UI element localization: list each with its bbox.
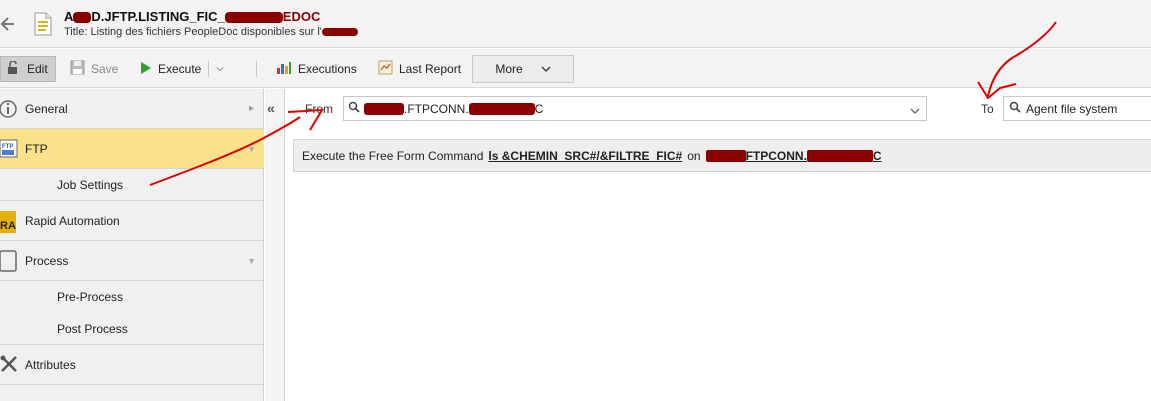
- toolbar-divider: [256, 61, 257, 77]
- command-on: on: [687, 148, 701, 163]
- to-connection-field[interactable]: Agent file system: [1003, 96, 1151, 121]
- execute-label: Execute: [158, 62, 202, 76]
- attributes-icon: [0, 355, 18, 375]
- title-suffix: EDOC: [282, 9, 321, 24]
- chevron-down-icon: ▼: [247, 255, 256, 266]
- sidebar-item-job-settings[interactable]: Job Settings: [0, 169, 264, 201]
- sidebar-item-general[interactable]: General ▸: [0, 89, 264, 129]
- process-icon: [0, 249, 18, 273]
- command-summary: Execute the Free Form Command ls &CHEMIN…: [293, 139, 1151, 172]
- sidebar-item-label: Rapid Automation: [25, 213, 120, 228]
- collapse-sidebar-icon[interactable]: «: [267, 100, 275, 116]
- save-icon: [70, 60, 85, 78]
- search-icon: [1009, 101, 1021, 116]
- sidebar-collapse-strip: «: [265, 89, 285, 401]
- svg-text:FTP: FTP: [2, 144, 13, 150]
- sidebar-item-label: Job Settings: [57, 177, 124, 192]
- target-value: FTPCONN.: [745, 148, 807, 163]
- executions-button[interactable]: Executions: [270, 56, 363, 82]
- chevron-down-icon[interactable]: [910, 104, 920, 118]
- subtitle-text: Title: Listing des fichiers PeopleDoc di…: [64, 26, 322, 38]
- sidebar-item-rapid-automation[interactable]: RA Rapid Automation: [0, 201, 264, 241]
- sidebar-item-label: Post Process: [57, 321, 128, 336]
- chevron-right-icon: ▸: [248, 103, 254, 114]
- from-value: .FTPCONN.: [404, 101, 469, 116]
- sidebar-item-label: General: [25, 101, 68, 116]
- last-report-label: Last Report: [399, 62, 462, 76]
- executions-chart-icon: [276, 60, 292, 78]
- object-header: A D.JFTP.LISTING_FIC_ EDOC Title: Listing …: [0, 0, 1151, 48]
- sidebar-item-label: Attributes: [25, 357, 76, 372]
- command-link[interactable]: ls &CHEMIN_SRC#/&FILTRE_FIC#: [488, 149, 682, 163]
- page-title: A D.JFTP.LISTING_FIC_ EDOC: [64, 9, 320, 24]
- save-label: Save: [91, 62, 119, 76]
- edit-icon: [7, 59, 21, 78]
- page-subtitle: Title: Listing des fichiers PeopleDoc di…: [64, 26, 358, 38]
- redaction-mark: [321, 28, 358, 37]
- from-connection-field[interactable]: .FTPCONN. C: [343, 96, 927, 121]
- chevron-down-icon: ▼: [247, 143, 256, 154]
- ra-icon: RA: [0, 211, 16, 233]
- report-icon: [378, 60, 393, 78]
- command-prefix: Execute the Free Form Command: [302, 148, 484, 163]
- ftp-icon: FTP: [0, 137, 18, 161]
- toolbar: Edit Save Execute Executions Last Report…: [0, 49, 1151, 88]
- search-icon: [348, 101, 360, 116]
- to-value: Agent file system: [1026, 101, 1118, 116]
- chevron-down-icon: [541, 62, 551, 76]
- redaction-mark: [364, 102, 404, 115]
- sidebar-item-label: Pre-Process: [57, 290, 124, 304]
- execute-button[interactable]: Execute: [132, 56, 207, 82]
- play-icon: [138, 61, 152, 78]
- main-panel: From .FTPCONN. C To Agent file system Ex…: [286, 89, 1151, 401]
- target-connection-link[interactable]: FTPCONN. C: [705, 148, 882, 163]
- svg-text:RA: RA: [0, 220, 16, 232]
- edit-label: Edit: [27, 62, 48, 76]
- sidebar-item-post-process[interactable]: Post Process: [0, 313, 264, 345]
- from-value-tail: C: [534, 101, 544, 116]
- sidebar-item-pre-process[interactable]: Pre-Process: [0, 281, 264, 313]
- sidebar-item-label: FTP: [25, 141, 48, 156]
- from-label: From: [305, 102, 333, 116]
- toolbar-divider: [208, 61, 209, 77]
- save-button[interactable]: Save: [64, 56, 124, 82]
- title-middle: D.JFTP.LISTING_FIC_: [91, 9, 225, 24]
- more-button[interactable]: More: [472, 55, 574, 83]
- to-label: To: [981, 102, 994, 116]
- more-label: More: [495, 62, 523, 76]
- sidebar-item-process[interactable]: Process ▼: [0, 241, 264, 281]
- document-icon: [33, 12, 53, 36]
- edit-button[interactable]: Edit: [0, 56, 56, 82]
- back-arrow-icon[interactable]: [0, 12, 20, 36]
- target-value-tail: C: [872, 148, 882, 163]
- sidebar-item-label: Process: [25, 253, 69, 268]
- sidebar: General ▸ FTP FTP ▼ Job Settings RA Rapi…: [0, 89, 264, 401]
- title-prefix: A: [64, 9, 74, 24]
- redaction-mark: [806, 150, 873, 163]
- last-report-button[interactable]: Last Report: [372, 56, 467, 82]
- redaction-mark: [73, 12, 92, 24]
- executions-label: Executions: [298, 62, 357, 76]
- redaction-mark: [468, 102, 535, 115]
- info-icon: [0, 97, 18, 121]
- redaction-mark: [705, 150, 746, 163]
- sidebar-item-attributes[interactable]: Attributes: [0, 345, 264, 385]
- execute-options-chevron-icon[interactable]: [210, 56, 230, 82]
- redaction-mark: [224, 12, 283, 24]
- sidebar-item-ftp[interactable]: FTP FTP ▼: [0, 129, 264, 169]
